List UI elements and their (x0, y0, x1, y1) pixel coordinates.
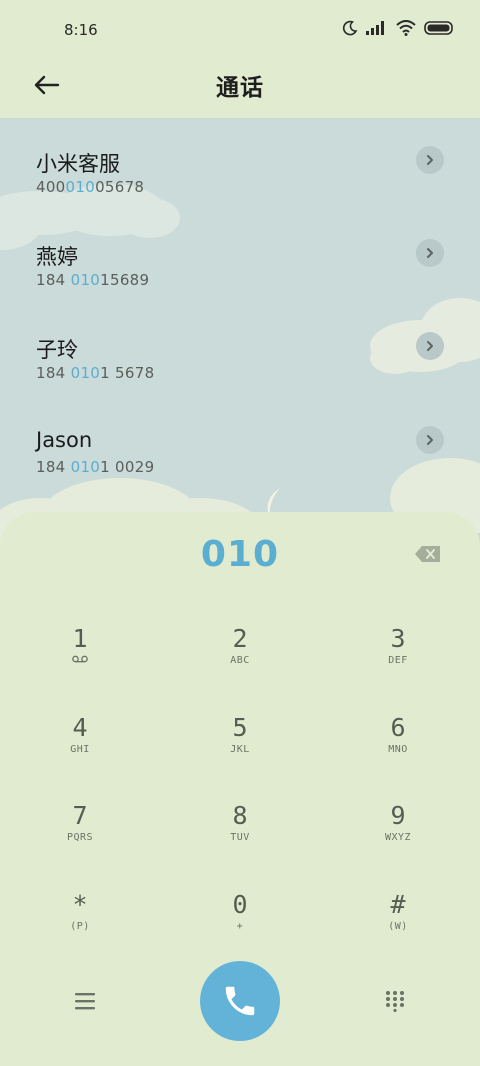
chevron-right-icon (427, 435, 433, 445)
key-2[interactable]: 2 ABC (165, 612, 315, 692)
battery-icon (424, 21, 453, 35)
status-bar: 8:16 (0, 0, 480, 62)
list-item[interactable]: 燕婷 184 01015689 (0, 211, 480, 293)
dialpad-icon (386, 991, 404, 1013)
menu-icon (75, 993, 95, 1010)
contact-detail-button[interactable] (416, 239, 444, 267)
key-3[interactable]: 3 DEF (323, 612, 473, 692)
page-title: 通话 (216, 75, 264, 101)
chevron-right-icon (427, 248, 433, 258)
number-match: 010 (70, 458, 101, 476)
call-button[interactable] (200, 961, 280, 1041)
key-hash[interactable]: # (W) (323, 878, 473, 958)
contact-detail-button[interactable] (416, 426, 444, 454)
key-8[interactable]: 8 TUV (165, 789, 315, 869)
contact-detail-button[interactable] (416, 146, 444, 174)
list-item[interactable]: Jason 184 0101 0029 (0, 398, 480, 480)
wifi-icon (396, 20, 416, 36)
contact-name: Jason (36, 428, 93, 452)
moon-icon (342, 20, 358, 36)
key-7[interactable]: 7 PQRS (5, 789, 155, 869)
dialed-number: 010 (200, 534, 280, 575)
contact-number: 184 0101 5678 (36, 364, 155, 382)
list-item[interactable]: 小米客服 40001005678 (0, 118, 480, 200)
key-0[interactable]: 0 + (165, 878, 315, 958)
phone-icon (225, 986, 255, 1016)
backspace-button[interactable] (414, 544, 442, 564)
key-1[interactable]: 1 (5, 612, 155, 692)
key-star[interactable]: * (P) (5, 878, 155, 958)
chevron-right-icon (427, 341, 433, 351)
status-icons (342, 20, 454, 36)
contact-number: 184 01015689 (36, 271, 150, 289)
contact-name: 子玲 (36, 338, 78, 362)
contact-name: 小米客服 (36, 152, 120, 176)
number-match: 010 (65, 178, 96, 196)
number-match: 010 (70, 364, 101, 382)
key-4[interactable]: 4 GHI (5, 701, 155, 781)
backspace-icon (415, 546, 440, 562)
chevron-right-icon (427, 155, 433, 165)
bottom-action-bar (0, 960, 480, 1050)
keypad-toggle-button[interactable] (384, 990, 406, 1013)
contact-name: 燕婷 (36, 245, 78, 269)
voicemail-icon (72, 655, 88, 663)
key-9[interactable]: 9 WXYZ (323, 789, 473, 869)
contact-detail-button[interactable] (416, 332, 444, 360)
status-time: 8:16 (64, 21, 98, 39)
contact-number: 40001005678 (36, 178, 145, 196)
key-5[interactable]: 5 JKL (165, 701, 315, 781)
contact-number: 184 0101 0029 (36, 458, 155, 476)
number-match: 010 (70, 271, 101, 289)
header: 通话 (0, 62, 480, 118)
key-6[interactable]: 6 MNO (323, 701, 473, 781)
menu-button[interactable] (72, 990, 98, 1012)
list-item[interactable]: 子玲 184 0101 5678 (0, 304, 480, 386)
signal-icon (366, 21, 384, 35)
